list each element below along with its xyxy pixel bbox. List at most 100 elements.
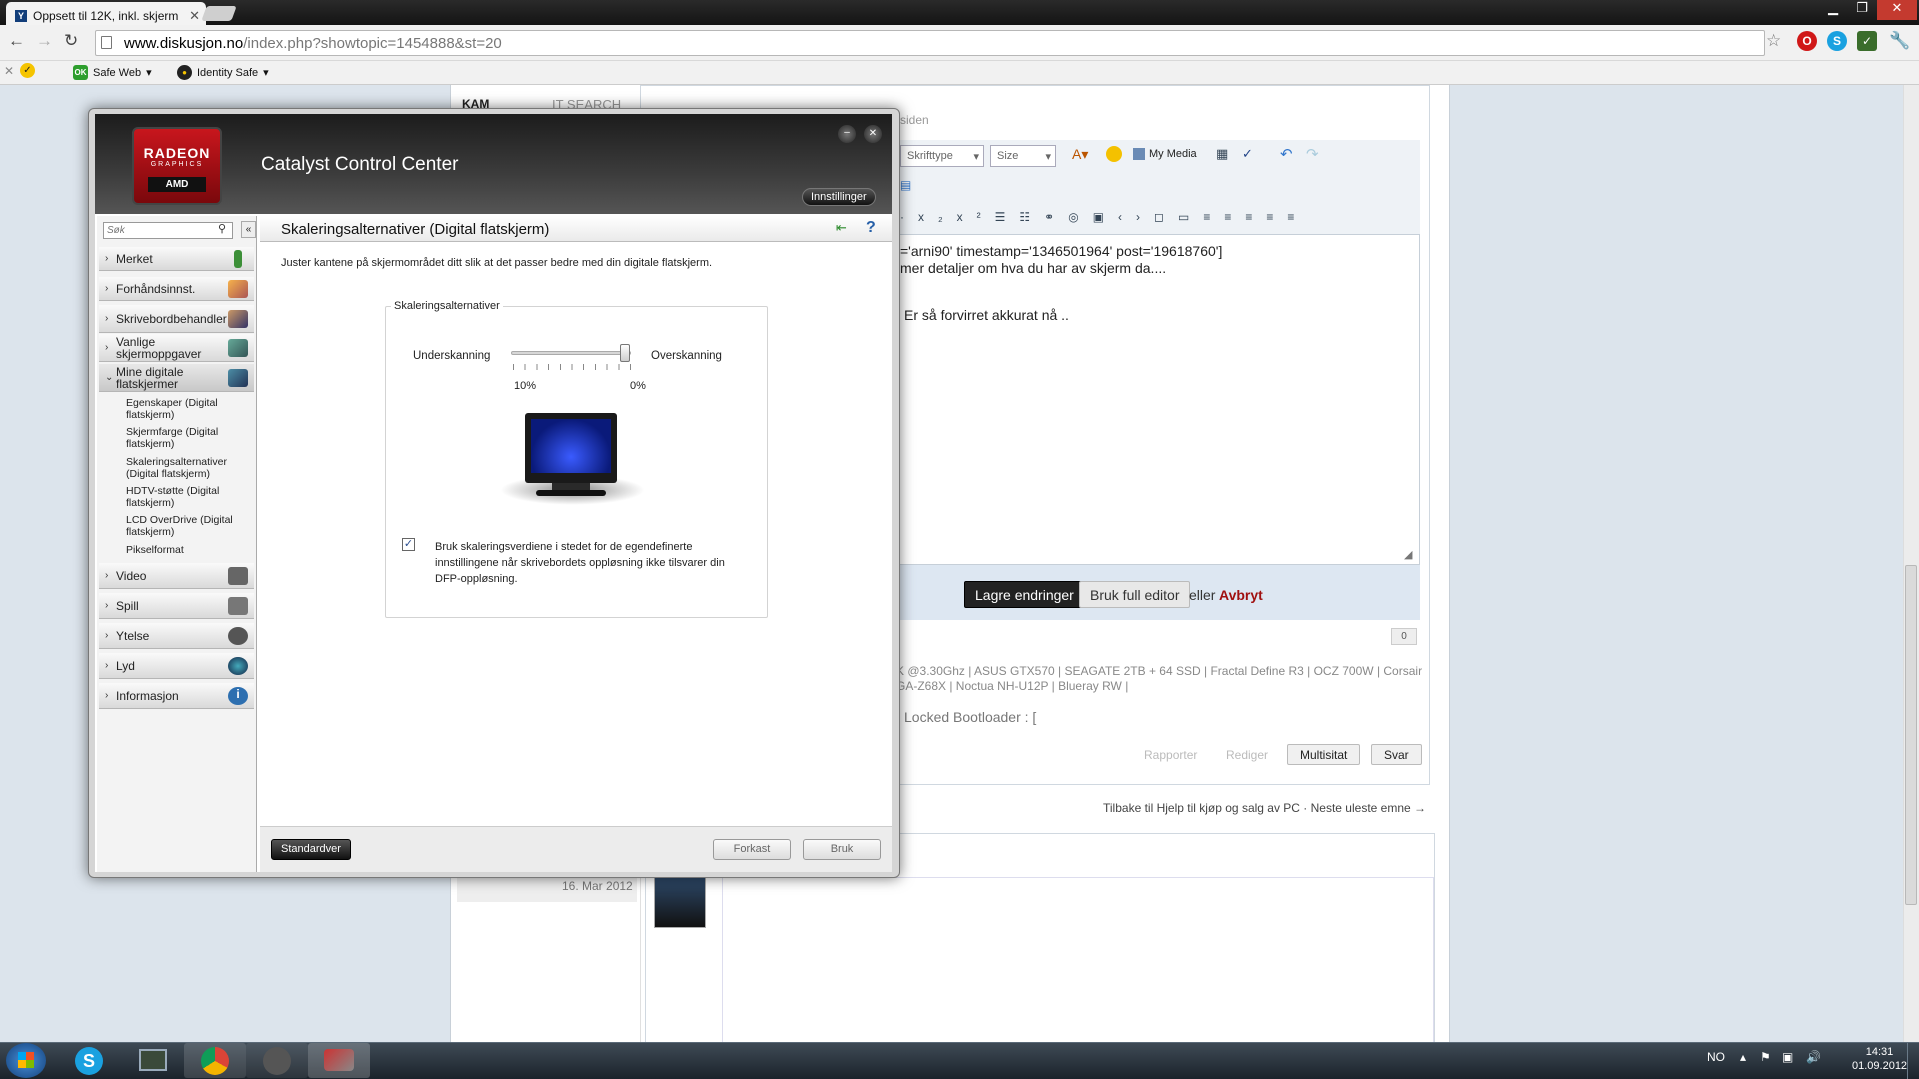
chevron-right-icon: › <box>105 253 109 264</box>
start-button[interactable] <box>6 1043 46 1078</box>
resize-handle-icon[interactable]: ◢ <box>1404 548 1412 561</box>
multiquote-button[interactable]: Multisitat <box>1287 744 1361 765</box>
network-icon[interactable]: ▣ <box>1782 1050 1793 1064</box>
browser-tab[interactable]: Y Oppsett til 12K, inkl. skjerm ✕ <box>6 2 206 25</box>
language-indicator[interactable]: NO <box>1707 1050 1725 1064</box>
save-changes-button[interactable]: Lagre endringer <box>964 581 1085 608</box>
source-icon[interactable]: ▤ <box>900 178 911 192</box>
sidebar-subitem-scaling[interactable]: Skaleringsalternativer (Digital flatskje… <box>126 456 251 480</box>
sidebar-item-gaming[interactable]: › Spill <box>99 593 254 619</box>
norton-check-icon[interactable]: ✓ <box>20 63 35 78</box>
undo-icon[interactable]: ↶ <box>1280 145 1293 163</box>
chevron-right-icon: › <box>105 312 109 324</box>
info-icon: i <box>228 686 248 705</box>
redo-icon[interactable]: ↷ <box>1306 145 1319 163</box>
scaling-slider[interactable] <box>511 344 631 362</box>
signature-line-2: GA-Z68X | Noctua NH-U12P | Blueray RW | <box>896 679 1129 693</box>
sidebar-item-desktop-manager[interactable]: › Skrivebordbehandler <box>99 305 254 333</box>
discard-button[interactable]: Forkast <box>713 839 791 860</box>
my-media-button[interactable]: My Media <box>1133 148 1197 160</box>
taskbar-skype[interactable]: S <box>58 1043 120 1078</box>
skype-icon[interactable]: S <box>1827 31 1847 51</box>
sidebar-item-video[interactable]: › Video <box>99 563 254 589</box>
text-color-icon[interactable]: A▾ <box>1072 146 1088 163</box>
close-window-icon[interactable]: ✕ <box>1877 0 1917 20</box>
taskbar-steam[interactable] <box>246 1043 308 1078</box>
sidebar-item-common-display-tasks[interactable]: › Vanlige skjermoppgaver <box>99 334 254 362</box>
tab-strip <box>0 0 1919 25</box>
tab-close-icon[interactable]: ✕ <box>189 8 200 24</box>
show-desktop-button[interactable] <box>1907 1043 1919 1079</box>
volume-icon[interactable]: 🔊 <box>1806 1050 1821 1064</box>
emoticon-icon[interactable] <box>1106 146 1122 162</box>
bookmark-star-icon[interactable]: ☆ <box>1766 31 1781 51</box>
defaults-button[interactable]: Standardver <box>271 839 351 860</box>
collapse-sidebar-icon[interactable]: « <box>241 221 256 238</box>
settings-button[interactable]: Innstillinger <box>802 188 876 206</box>
taskbar-catalyst[interactable] <box>308 1043 370 1078</box>
norton-icon[interactable]: ✓ <box>1857 31 1877 51</box>
maximize-window-icon[interactable]: ❐ <box>1848 0 1876 20</box>
wrench-menu-icon[interactable]: 🔧 <box>1889 31 1910 51</box>
panel-title: Skaleringsalternativer (Digital flatskje… <box>281 221 550 238</box>
spellcheck-icon[interactable]: ✓ <box>1242 146 1253 162</box>
taskbar-chrome[interactable] <box>184 1043 246 1078</box>
reload-icon[interactable]: ↻ <box>64 31 78 51</box>
sidebar-subitem-pixel-format[interactable]: Pikselformat <box>126 544 251 556</box>
address-bar[interactable]: www.diskusjon.no/index.php?showtopic=145… <box>95 30 1765 56</box>
sidebar-subitem-properties[interactable]: Egenskaper (Digital flatskjerm) <box>126 397 251 421</box>
report-link[interactable]: Rapporter <box>1144 748 1197 762</box>
sidebar-search-input[interactable] <box>103 222 233 239</box>
pin-to-favorites-icon[interactable]: ⇤ <box>836 220 847 236</box>
sidebar-subitem-hdtv[interactable]: HDTV-støtte (Digital flatskjerm) <box>126 485 251 509</box>
use-scaling-checkbox[interactable]: ✓ <box>402 538 415 551</box>
logo-graphics-text: GRAPHICS <box>150 161 204 168</box>
overscan-label: Overskanning <box>651 350 722 362</box>
sidebar-item-audio[interactable]: › Lyd <box>99 653 254 679</box>
show-hidden-icons-icon[interactable]: ▴ <box>1740 1050 1746 1064</box>
chevron-right-icon: › <box>105 570 109 581</box>
slider-max-value: 0% <box>630 380 646 392</box>
sidebar-item-presets[interactable]: › Forhåndsinnst. <box>99 277 254 301</box>
forward-arrow-icon[interactable]: → <box>36 31 53 51</box>
help-icon[interactable]: ? <box>866 219 876 237</box>
chevron-right-icon: › <box>105 341 109 353</box>
bookmark-label: Identity Safe <box>197 66 259 79</box>
sidebar-item-my-digital-flat-panels[interactable]: ⌄ Mine digitale flatskjermer <box>99 364 254 392</box>
back-arrow-icon[interactable]: ← <box>8 31 25 51</box>
full-editor-button[interactable]: Bruk full editor <box>1079 581 1191 608</box>
minimize-window-icon[interactable]: ▁ <box>1819 0 1847 20</box>
reply-button[interactable]: Svar <box>1371 744 1422 765</box>
table-icon[interactable]: ▦ <box>1216 146 1228 162</box>
close-toolbar-icon[interactable]: ✕ <box>4 64 14 78</box>
scrollbar-thumb[interactable] <box>1905 565 1917 905</box>
apply-button[interactable]: Bruk <box>803 839 881 860</box>
bookmark-identity-safe[interactable]: ● Identity Safe ▾ <box>177 65 269 80</box>
sidebar-item-merket[interactable]: › Merket <box>99 247 254 271</box>
avatar[interactable] <box>654 876 706 928</box>
taskbar-monitor[interactable] <box>122 1043 184 1078</box>
search-icon[interactable]: ⚲ <box>218 222 226 235</box>
slider-thumb[interactable] <box>620 344 630 362</box>
ccc-minimize-icon[interactable]: – <box>838 125 856 143</box>
skype-icon: S <box>75 1047 103 1075</box>
stop-ad-icon[interactable]: O <box>1797 31 1817 51</box>
sidebar-subitem-lcd-overdrive[interactable]: LCD OverDrive (Digital flatskjerm) <box>126 514 251 538</box>
cancel-link[interactable]: Avbryt <box>1219 587 1263 603</box>
norton-safe-web-icon: OK <box>73 65 88 80</box>
sidebar-item-information[interactable]: › Informasjon i <box>99 683 254 709</box>
gauge-icon <box>228 626 248 645</box>
clock[interactable]: 14:31 01.09.2012 <box>1852 1046 1907 1072</box>
font-select[interactable]: Skrifttype ▾ <box>900 145 984 167</box>
edit-link[interactable]: Rediger <box>1226 748 1268 762</box>
ccc-close-icon[interactable]: ✕ <box>864 125 882 143</box>
format-toolbar-icons[interactable]: ·x₂x²☰☷⚭◎▣‹›◻▭≡≡≡≡≡ <box>900 210 1410 230</box>
sidebar-subitem-color[interactable]: Skjermfarge (Digital flatskjerm) <box>126 426 251 450</box>
sidebar-item-performance[interactable]: › Ytelse <box>99 623 254 649</box>
size-select[interactable]: Size ▾ <box>990 145 1056 167</box>
bookmark-safe-web[interactable]: OK Safe Web ▾ <box>73 65 152 80</box>
footer-nav-links[interactable]: Tilbake til Hjelp til kjøp og salg av PC… <box>1103 801 1426 815</box>
action-center-flag-icon[interactable]: ⚑ <box>1760 1050 1771 1064</box>
steam-icon <box>263 1047 291 1075</box>
new-tab-button[interactable] <box>201 6 237 21</box>
